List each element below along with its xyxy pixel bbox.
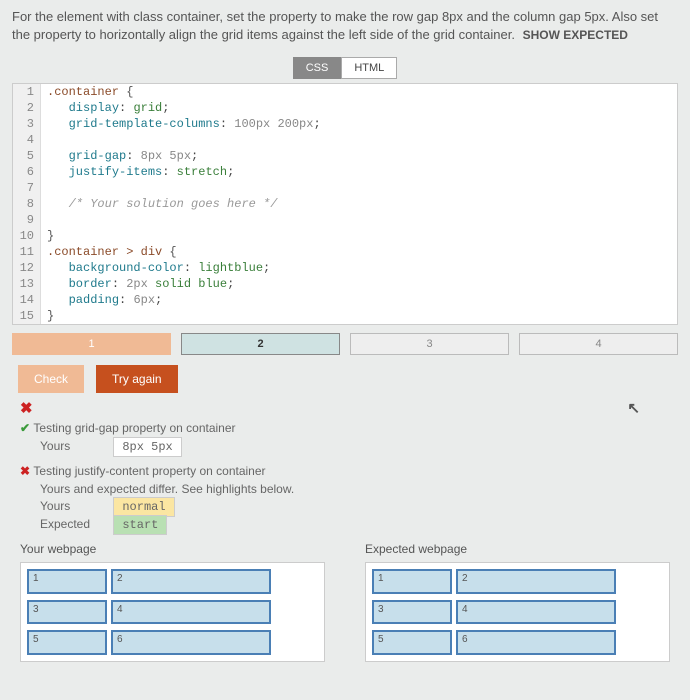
line-number: 13	[13, 276, 41, 292]
code-line[interactable]: 1.container {	[13, 84, 677, 100]
yours-label-1: Yours	[40, 439, 110, 453]
code-line[interactable]: 11.container > div {	[13, 244, 677, 260]
code-line[interactable]: 3 grid-template-columns: 100px 200px;	[13, 116, 677, 132]
preview-cell: 4	[456, 600, 616, 625]
code-content[interactable]: grid-template-columns: 100px 200px;	[41, 116, 321, 132]
preview-cell: 5	[372, 630, 452, 655]
code-line[interactable]: 8 /* Your solution goes here */	[13, 196, 677, 212]
code-content[interactable]: }	[41, 228, 54, 244]
code-line[interactable]: 13 border: 2px solid blue;	[13, 276, 677, 292]
yours-value-1: 8px 5px	[113, 437, 181, 457]
tab-html[interactable]: HTML	[341, 57, 397, 79]
test-justify-content: Testing justify-content property on cont…	[20, 464, 670, 478]
line-number: 6	[13, 164, 41, 180]
show-expected-link[interactable]: SHOW EXPECTED	[523, 28, 628, 42]
tab-css[interactable]: CSS	[293, 57, 342, 79]
code-content[interactable]: display: grid;	[41, 100, 169, 116]
try-again-button[interactable]: Try again	[96, 365, 178, 393]
code-line[interactable]: 10}	[13, 228, 677, 244]
line-number: 4	[13, 132, 41, 148]
line-number: 15	[13, 308, 41, 324]
yours-value-2: normal	[113, 497, 174, 517]
code-line[interactable]: 2 display: grid;	[13, 100, 677, 116]
code-content[interactable]: justify-items: stretch;	[41, 164, 234, 180]
step-3[interactable]: 3	[350, 333, 509, 355]
code-content[interactable]: }	[41, 308, 54, 324]
code-content[interactable]	[41, 132, 47, 148]
code-content[interactable]: padding: 6px;	[41, 292, 162, 308]
code-line[interactable]: 9	[13, 212, 677, 228]
code-line[interactable]: 6 justify-items: stretch;	[13, 164, 677, 180]
expected-webpage-preview: 123456	[365, 562, 670, 662]
step-2[interactable]: 2	[181, 333, 340, 355]
code-content[interactable]: /* Your solution goes here */	[41, 196, 277, 212]
check-button[interactable]: Check	[18, 365, 84, 393]
results: Testing grid-gap property on container Y…	[20, 421, 670, 532]
preview-cell: 3	[372, 600, 452, 625]
code-line[interactable]: 4	[13, 132, 677, 148]
cursor-icon: ↖	[627, 399, 640, 417]
yours-label-2: Yours	[40, 499, 110, 513]
step-row: 1 2 3 4	[12, 333, 678, 355]
overall-fail-icon: ✖ ↖	[20, 399, 670, 417]
line-number: 9	[13, 212, 41, 228]
line-number: 10	[13, 228, 41, 244]
line-number: 5	[13, 148, 41, 164]
preview-row: Your webpage 123456 Expected webpage 123…	[20, 542, 670, 662]
your-webpage-title: Your webpage	[20, 542, 325, 556]
editor-tabs: CSS HTML	[0, 57, 690, 79]
step-1[interactable]: 1	[12, 333, 171, 355]
preview-cell: 1	[372, 569, 452, 594]
code-line[interactable]: 5 grid-gap: 8px 5px;	[13, 148, 677, 164]
line-number: 7	[13, 180, 41, 196]
preview-cell: 4	[111, 600, 271, 625]
code-line[interactable]: 14 padding: 6px;	[13, 292, 677, 308]
your-webpage-preview: 123456	[20, 562, 325, 662]
code-content[interactable]	[41, 180, 47, 196]
step-4[interactable]: 4	[519, 333, 678, 355]
expected-label: Expected	[40, 517, 110, 531]
line-number: 14	[13, 292, 41, 308]
code-line[interactable]: 12 background-color: lightblue;	[13, 260, 677, 276]
expected-value: start	[113, 515, 167, 535]
line-number: 11	[13, 244, 41, 260]
code-content[interactable]: background-color: lightblue;	[41, 260, 270, 276]
preview-cell: 5	[27, 630, 107, 655]
expected-webpage-title: Expected webpage	[365, 542, 670, 556]
preview-cell: 1	[27, 569, 107, 594]
code-content[interactable]: grid-gap: 8px 5px;	[41, 148, 198, 164]
code-line[interactable]: 7	[13, 180, 677, 196]
line-number: 8	[13, 196, 41, 212]
instructions: For the element with class container, se…	[0, 0, 690, 51]
code-content[interactable]: .container > div {	[41, 244, 177, 260]
code-content[interactable]: .container {	[41, 84, 133, 100]
preview-cell: 6	[456, 630, 616, 655]
code-content[interactable]	[41, 212, 47, 228]
line-number: 12	[13, 260, 41, 276]
code-editor[interactable]: 1.container {2 display: grid;3 grid-temp…	[12, 83, 678, 325]
preview-cell: 2	[111, 569, 271, 594]
code-content[interactable]: border: 2px solid blue;	[41, 276, 234, 292]
line-number: 1	[13, 84, 41, 100]
line-number: 3	[13, 116, 41, 132]
button-row: Check Try again	[18, 365, 672, 393]
preview-cell: 6	[111, 630, 271, 655]
diff-msg: Yours and expected differ. See highlight…	[40, 482, 670, 496]
test-grid-gap: Testing grid-gap property on container	[20, 421, 670, 435]
preview-cell: 3	[27, 600, 107, 625]
code-line[interactable]: 15}	[13, 308, 677, 324]
line-number: 2	[13, 100, 41, 116]
preview-cell: 2	[456, 569, 616, 594]
